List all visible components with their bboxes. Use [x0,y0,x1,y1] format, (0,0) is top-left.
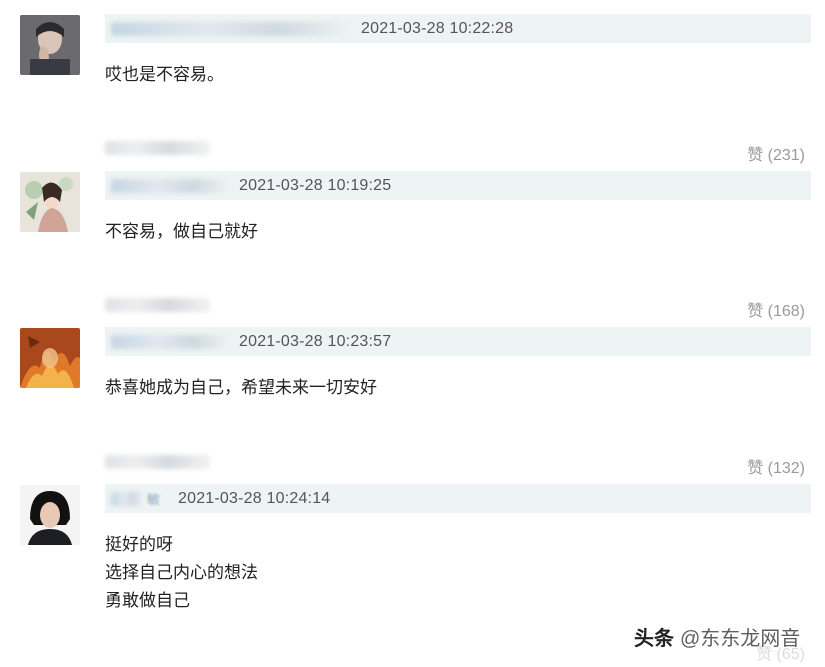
username-visible-fragment[interactable]: 敏 [147,489,160,508]
user-avatar[interactable] [20,485,80,545]
watermark-site: @东东龙网音 [680,628,801,650]
avatar-woman-dark-hair-icon [20,485,80,545]
reply-username-blurred[interactable] [105,455,210,469]
comment-text: 哎也是不容易。 [105,61,224,89]
username-blurred[interactable] [111,178,229,193]
comment-line: 哎也是不容易。 [105,65,224,84]
username-blurred[interactable] [111,334,229,349]
comment-meta-bar: 2021-03-28 10:22:28 [105,14,811,43]
username-blurred[interactable] [111,491,143,506]
like-button[interactable]: 赞 (231) [747,141,805,165]
comment-line: 恭喜她成为自己，希望未来一切安好 [105,378,377,397]
comment-line: 挺好的呀 [105,535,173,554]
avatar-woman-illustration-icon [20,172,80,232]
reply-username-blurred[interactable] [105,141,210,155]
watermark: 头条 @东东龙网音 [634,622,800,651]
like-button[interactable]: 赞 (168) [747,297,805,321]
comment-timestamp: 2021-03-28 10:23:57 [239,332,392,350]
comment-text: 恭喜她成为自己，希望未来一切安好 [105,374,377,402]
avatar-man-hand-on-face-icon [20,15,80,75]
comment-meta-bar: 敏 2021-03-28 10:24:14 [105,484,811,513]
reply-username-blurred[interactable] [105,298,210,312]
comment-line: 勇敢做自己 [105,591,190,610]
comment-text: 不容易，做自己就好 [105,218,258,246]
comment-meta-bar: 2021-03-28 10:19:25 [105,171,811,200]
username-blurred[interactable] [111,21,351,36]
comment-text: 挺好的呀 选择自己内心的想法 勇敢做自己 [105,531,258,615]
comment-meta-bar: 2021-03-28 10:23:57 [105,327,811,356]
comment-timestamp: 2021-03-28 10:19:25 [239,176,392,194]
comment-line: 选择自己内心的想法 [105,563,258,582]
user-avatar[interactable] [20,328,80,388]
watermark-logo: 头条 [634,628,674,650]
user-avatar[interactable] [20,15,80,75]
like-button[interactable]: 赞 (132) [747,454,805,478]
comment-line: 不容易，做自己就好 [105,222,258,241]
comment-timestamp: 2021-03-28 10:24:14 [178,489,331,507]
user-avatar[interactable] [20,172,80,232]
avatar-orange-fire-icon [20,328,80,388]
comment-timestamp: 2021-03-28 10:22:28 [361,19,514,37]
